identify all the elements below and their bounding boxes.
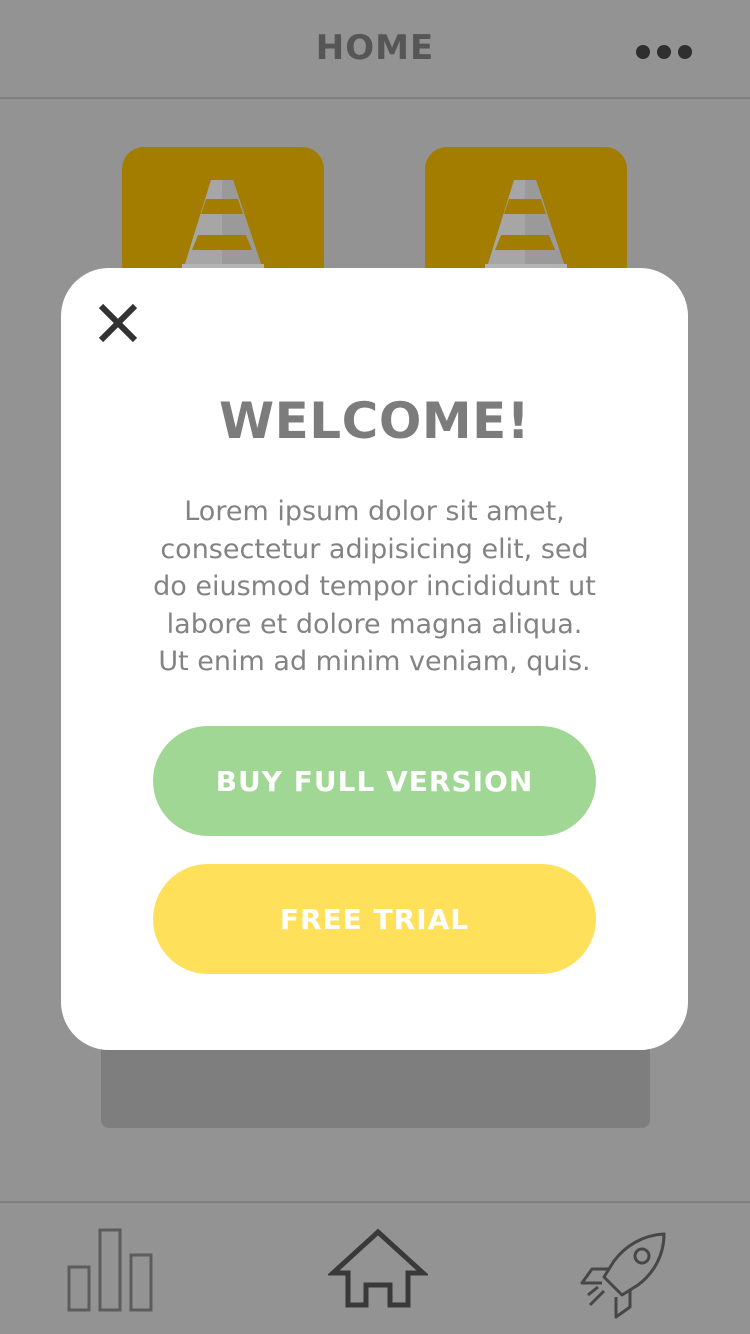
top-navigation-bar: HOME [0, 0, 750, 99]
close-icon [98, 303, 138, 343]
tab-home[interactable] [326, 1227, 430, 1311]
message-line: Lorem ipsum dolor sit amet, [184, 496, 565, 527]
message-line: labore et dolore magna aliqua. [166, 608, 583, 640]
bar-chart-icon [67, 1228, 153, 1312]
bottom-tab-bar [0, 1201, 750, 1334]
welcome-dialog: WELCOME! Lorem ipsum dolor sit amet, con… [61, 268, 688, 1050]
close-button[interactable] [93, 298, 143, 348]
message-line: do eiusmod tempor incididunt ut [153, 571, 596, 602]
message-line: Ut enim ad minim veniam, quis. [158, 646, 591, 677]
buy-full-version-button[interactable]: BUY FULL VERSION [153, 726, 596, 836]
more-horizontal-icon [657, 45, 671, 59]
more-options-button[interactable] [636, 42, 692, 62]
tab-launch[interactable] [578, 1229, 672, 1319]
dialog-title: WELCOME! [218, 392, 531, 450]
free-trial-button[interactable]: FREE TRIAL [153, 864, 596, 974]
more-horizontal-icon [636, 45, 650, 59]
dialog-message: Lorem ipsum dolor sit amet, consectetur … [127, 493, 622, 681]
message-line: consectetur adipisicing elit, sed [160, 533, 589, 565]
tab-stats[interactable] [62, 1227, 158, 1315]
more-horizontal-icon [678, 45, 692, 59]
rocket-icon [580, 1232, 666, 1319]
home-icon [326, 1228, 430, 1308]
